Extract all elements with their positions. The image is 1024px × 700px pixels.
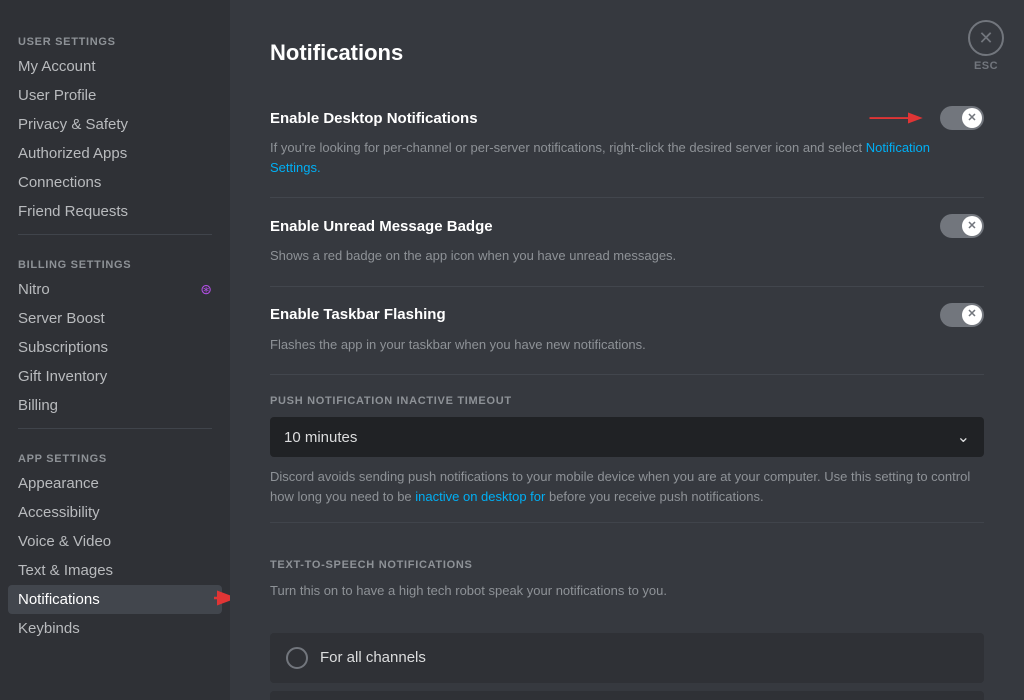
page-title: Notifications	[270, 40, 984, 66]
tts-section-header: Text-To-Speech Notifications	[270, 539, 984, 581]
desktop-arrow-indicator	[868, 108, 928, 128]
toggle-knob: ✕	[962, 108, 982, 128]
toggle-x-icon-2: ✕	[967, 221, 976, 232]
sidebar-item-server-boost[interactable]: Server Boost	[8, 304, 222, 333]
radio-circle-all	[286, 647, 308, 669]
sidebar-item-accessibility[interactable]: Accessibility	[8, 498, 222, 527]
sidebar-item-authorized-apps[interactable]: Authorized Apps	[8, 139, 222, 168]
sidebar-item-nitro[interactable]: Nitro ⊛	[8, 275, 222, 304]
sidebar-item-subscriptions[interactable]: Subscriptions	[8, 333, 222, 362]
taskbar-flashing-desc: Flashes the app in your taskbar when you…	[270, 335, 984, 371]
unread-badge-desc: Shows a red badge on the app icon when y…	[270, 246, 984, 282]
sidebar-item-keybinds[interactable]: Keybinds	[8, 614, 222, 643]
taskbar-flashing-row: Enable Taskbar Flashing ✕	[270, 287, 984, 335]
unread-badge-block: Enable Unread Message Badge ✕ Shows a re…	[270, 198, 984, 287]
app-settings-section-label: App Settings	[8, 437, 222, 469]
desktop-notifications-label: Enable Desktop Notifications	[270, 110, 478, 127]
billing-settings-section-label: Billing Settings	[8, 243, 222, 275]
toggle-x-icon: ✕	[967, 113, 976, 124]
radio-label-all: For all channels	[320, 649, 426, 666]
left-arrow-indicator	[212, 588, 230, 612]
toggle-knob-2: ✕	[962, 216, 982, 236]
unread-badge-row: Enable Unread Message Badge ✕	[270, 198, 984, 246]
toggle-knob-3: ✕	[962, 305, 982, 325]
sidebar-item-user-profile[interactable]: User Profile	[8, 81, 222, 110]
desktop-notifications-block: Enable Desktop Notifications	[270, 90, 984, 198]
sidebar-item-voice-video[interactable]: Voice & Video	[8, 527, 222, 556]
sidebar-item-friend-requests[interactable]: Friend Requests	[8, 197, 222, 226]
desktop-notifications-toggle-wrapper: ✕	[868, 106, 984, 130]
sidebar-item-gift-inventory[interactable]: Gift Inventory	[8, 362, 222, 391]
push-timeout-dropdown[interactable]: 10 minutes ⌄	[270, 417, 984, 457]
nitro-icon: ⊛	[200, 281, 212, 298]
divider-2	[18, 428, 212, 429]
sidebar-item-privacy-safety[interactable]: Privacy & Safety	[8, 110, 222, 139]
chevron-down-icon: ⌄	[957, 427, 970, 447]
user-settings-section-label: User Settings	[8, 20, 222, 52]
taskbar-flashing-label: Enable Taskbar Flashing	[270, 306, 446, 323]
desktop-notifications-desc: If you're looking for per-channel or per…	[270, 138, 984, 193]
tts-description: Turn this on to have a high tech robot s…	[270, 581, 984, 617]
radio-all-channels[interactable]: For all channels	[270, 633, 984, 683]
unread-badge-toggle[interactable]: ✕	[940, 214, 984, 238]
push-timeout-section-header: Push Notification Inactive Timeout	[270, 375, 984, 417]
esc-button[interactable]: ✕ ESC	[968, 20, 1004, 72]
esc-label: ESC	[974, 60, 998, 72]
taskbar-flashing-toggle[interactable]: ✕	[940, 303, 984, 327]
notification-settings-link: Notification Settings.	[270, 140, 930, 175]
sidebar-item-notifications[interactable]: Notifications	[8, 585, 222, 614]
section-divider	[270, 522, 984, 523]
sidebar: User Settings My Account User Profile Pr…	[0, 0, 230, 700]
radio-current-channel[interactable]: For current selected channel	[270, 691, 984, 700]
close-icon[interactable]: ✕	[968, 20, 1004, 56]
sidebar-item-text-images[interactable]: Text & Images	[8, 556, 222, 585]
unread-badge-label: Enable Unread Message Badge	[270, 218, 493, 235]
sidebar-item-connections[interactable]: Connections	[8, 168, 222, 197]
main-content: ✕ ESC Notifications Enable Desktop Notif…	[230, 0, 1024, 700]
push-timeout-description: Discord avoids sending push notification…	[270, 467, 984, 506]
desktop-notifications-row: Enable Desktop Notifications	[270, 90, 984, 138]
sidebar-item-my-account[interactable]: My Account	[8, 52, 222, 81]
taskbar-flashing-block: Enable Taskbar Flashing ✕ Flashes the ap…	[270, 287, 984, 376]
desktop-notifications-toggle[interactable]: ✕	[940, 106, 984, 130]
toggle-x-icon-3: ✕	[967, 309, 976, 320]
divider-1	[18, 234, 212, 235]
sidebar-item-billing[interactable]: Billing	[8, 391, 222, 420]
sidebar-item-appearance[interactable]: Appearance	[8, 469, 222, 498]
dropdown-value: 10 minutes	[284, 429, 357, 446]
